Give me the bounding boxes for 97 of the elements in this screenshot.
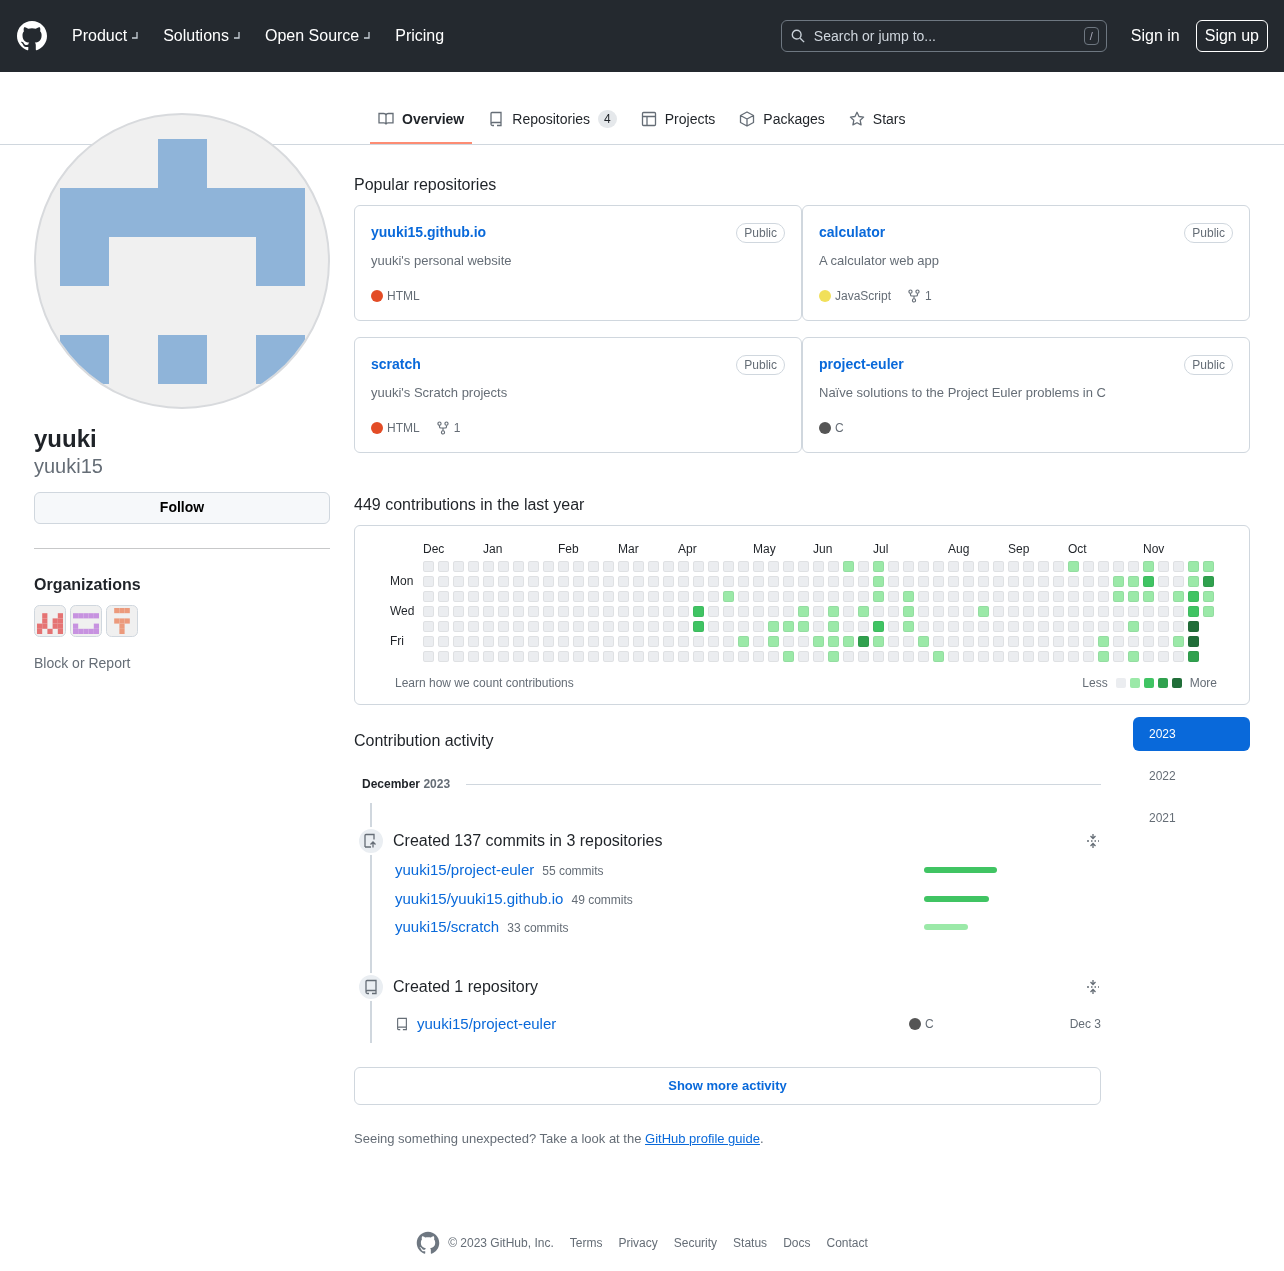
organization-avatar[interactable] (34, 604, 66, 637)
month-label: Feb (558, 542, 580, 557)
repository-description: Naïve solutions to the Project Euler problems in C (819, 384, 1107, 402)
commit-count: 55 commits (542, 863, 604, 880)
language-name: HTML (387, 419, 420, 437)
section-heading: Organizations (34, 574, 142, 595)
section-heading: 449 contributions in the last year (354, 495, 586, 515)
caret-icon (131, 31, 140, 41)
month-label: Oct (1068, 542, 1088, 557)
activity-summary: Created 1 repository (393, 976, 539, 997)
fork-count: 1 (925, 287, 932, 305)
nav-link[interactable]: Pricing (395, 24, 445, 48)
copyright-text: © 2023 GitHub, Inc. (448, 1234, 554, 1252)
repository-description: yuuki's personal website (371, 252, 513, 270)
book-icon (378, 111, 394, 127)
month-label: Aug (948, 542, 971, 557)
repository-link[interactable]: scratch (371, 354, 421, 375)
repository-link[interactable]: yuuki15/yuuki15.github.io (395, 887, 564, 910)
nav-link[interactable]: Product (72, 24, 140, 48)
weekday-label: Wed (390, 605, 416, 618)
activity-summary: Created 137 commits in 3 repositories (393, 831, 664, 851)
repository-count: 4 (598, 110, 617, 128)
profile-tab[interactable]: Repositories 4 (480, 96, 625, 144)
repository-link[interactable]: yuuki15/project-euler (417, 1012, 557, 1035)
repository-description: yuuki's Scratch projects (371, 384, 509, 402)
organization-avatar[interactable] (106, 604, 138, 637)
nav-link[interactable]: Solutions (163, 24, 241, 48)
legend-label: Less (1082, 675, 1108, 692)
month-label: Sep (1008, 542, 1031, 557)
repository-link[interactable]: yuuki15/project-euler (395, 859, 535, 882)
language-name: HTML (387, 287, 420, 305)
year-filter-button[interactable]: 2023 (1133, 717, 1250, 751)
repository-icon (395, 1015, 409, 1032)
cube-icon (739, 111, 756, 127)
month-label: Dec (423, 542, 446, 557)
year-filter-button[interactable]: 2022 (1133, 759, 1250, 793)
profile-tab[interactable]: Stars (840, 96, 914, 144)
fold-icon[interactable] (1085, 978, 1101, 995)
language-name: C (925, 1015, 934, 1033)
star-icon (848, 111, 865, 127)
repository-link[interactable]: project-euler (819, 354, 904, 375)
activity-date: Dec 3 (1069, 1015, 1101, 1033)
month-label: Jan (483, 542, 504, 557)
fold-icon[interactable] (1085, 833, 1101, 849)
repository-icon (363, 978, 379, 995)
table-icon (640, 111, 657, 127)
month-label: Apr (678, 542, 698, 557)
section-heading: Contribution activity (354, 731, 495, 751)
follow-button[interactable]: Follow (34, 491, 330, 524)
month-label: Jun (813, 542, 834, 557)
commit-count: 49 commits (571, 891, 633, 909)
shortcut-key-hint: / (1083, 27, 1099, 45)
learn-more-link[interactable]: Learn how we count contributions (395, 674, 574, 692)
repository-link[interactable]: yuuki15/scratch (395, 916, 500, 939)
sign-up-button[interactable]: Sign up (1195, 20, 1268, 52)
block-or-report-link[interactable]: Block or Report (34, 652, 131, 674)
footer-link[interactable]: Privacy (618, 1233, 658, 1252)
language-name: JavaScript (835, 287, 892, 305)
fork-icon (907, 287, 922, 304)
year-filter-button[interactable]: 2021 (1133, 801, 1250, 835)
repository-link[interactable]: calculator (819, 222, 886, 243)
profile-tab[interactable]: Overview (370, 96, 473, 144)
profile-username: yuuki15 (34, 453, 104, 478)
profile-guide-note: Seeing something unexpected? Take a look at the GitHub profile guide. (354, 1130, 765, 1148)
organization-avatar[interactable] (70, 604, 102, 637)
repository-icon (488, 111, 505, 127)
show-more-button[interactable]: Show more activity (354, 1067, 1101, 1105)
search-icon (790, 29, 805, 43)
legend-label: More (1189, 675, 1217, 692)
footer-link[interactable]: Terms (569, 1233, 603, 1252)
commit-count: 33 commits (507, 920, 569, 937)
month-label: Mar (618, 542, 640, 557)
month-heading: December 2023 (362, 776, 451, 793)
footer-link[interactable]: Status (733, 1233, 768, 1252)
month-label: Jul (873, 542, 890, 557)
profile-tab[interactable]: Projects (632, 96, 724, 144)
month-label: May (753, 542, 777, 557)
footer-link[interactable]: Docs (783, 1233, 811, 1252)
language-name: C (835, 419, 844, 437)
weekday-label: Fri (390, 635, 405, 648)
caret-icon (363, 31, 372, 41)
profile-guide-link[interactable]: GitHub profile guide (645, 1131, 760, 1146)
month-label: Nov (1143, 542, 1166, 557)
weekday-label: Mon (390, 575, 415, 588)
profile-tab[interactable]: Packages (731, 96, 833, 144)
nav-link[interactable]: Open Source (264, 24, 372, 48)
footer-link[interactable]: Security (673, 1233, 718, 1252)
sign-in-link[interactable]: Sign in (1130, 24, 1180, 48)
footer-link[interactable]: Contact (826, 1233, 868, 1252)
section-heading: Popular repositories (354, 175, 498, 195)
profile-name: yuuki (34, 425, 98, 454)
fork-count: 1 (453, 419, 461, 437)
repository-link[interactable]: yuuki15.github.io (371, 222, 487, 243)
caret-icon (232, 31, 241, 41)
cat-logo-icon[interactable] (16, 20, 48, 52)
repository-description: A calculator web app (819, 252, 940, 270)
fork-icon (435, 419, 450, 436)
